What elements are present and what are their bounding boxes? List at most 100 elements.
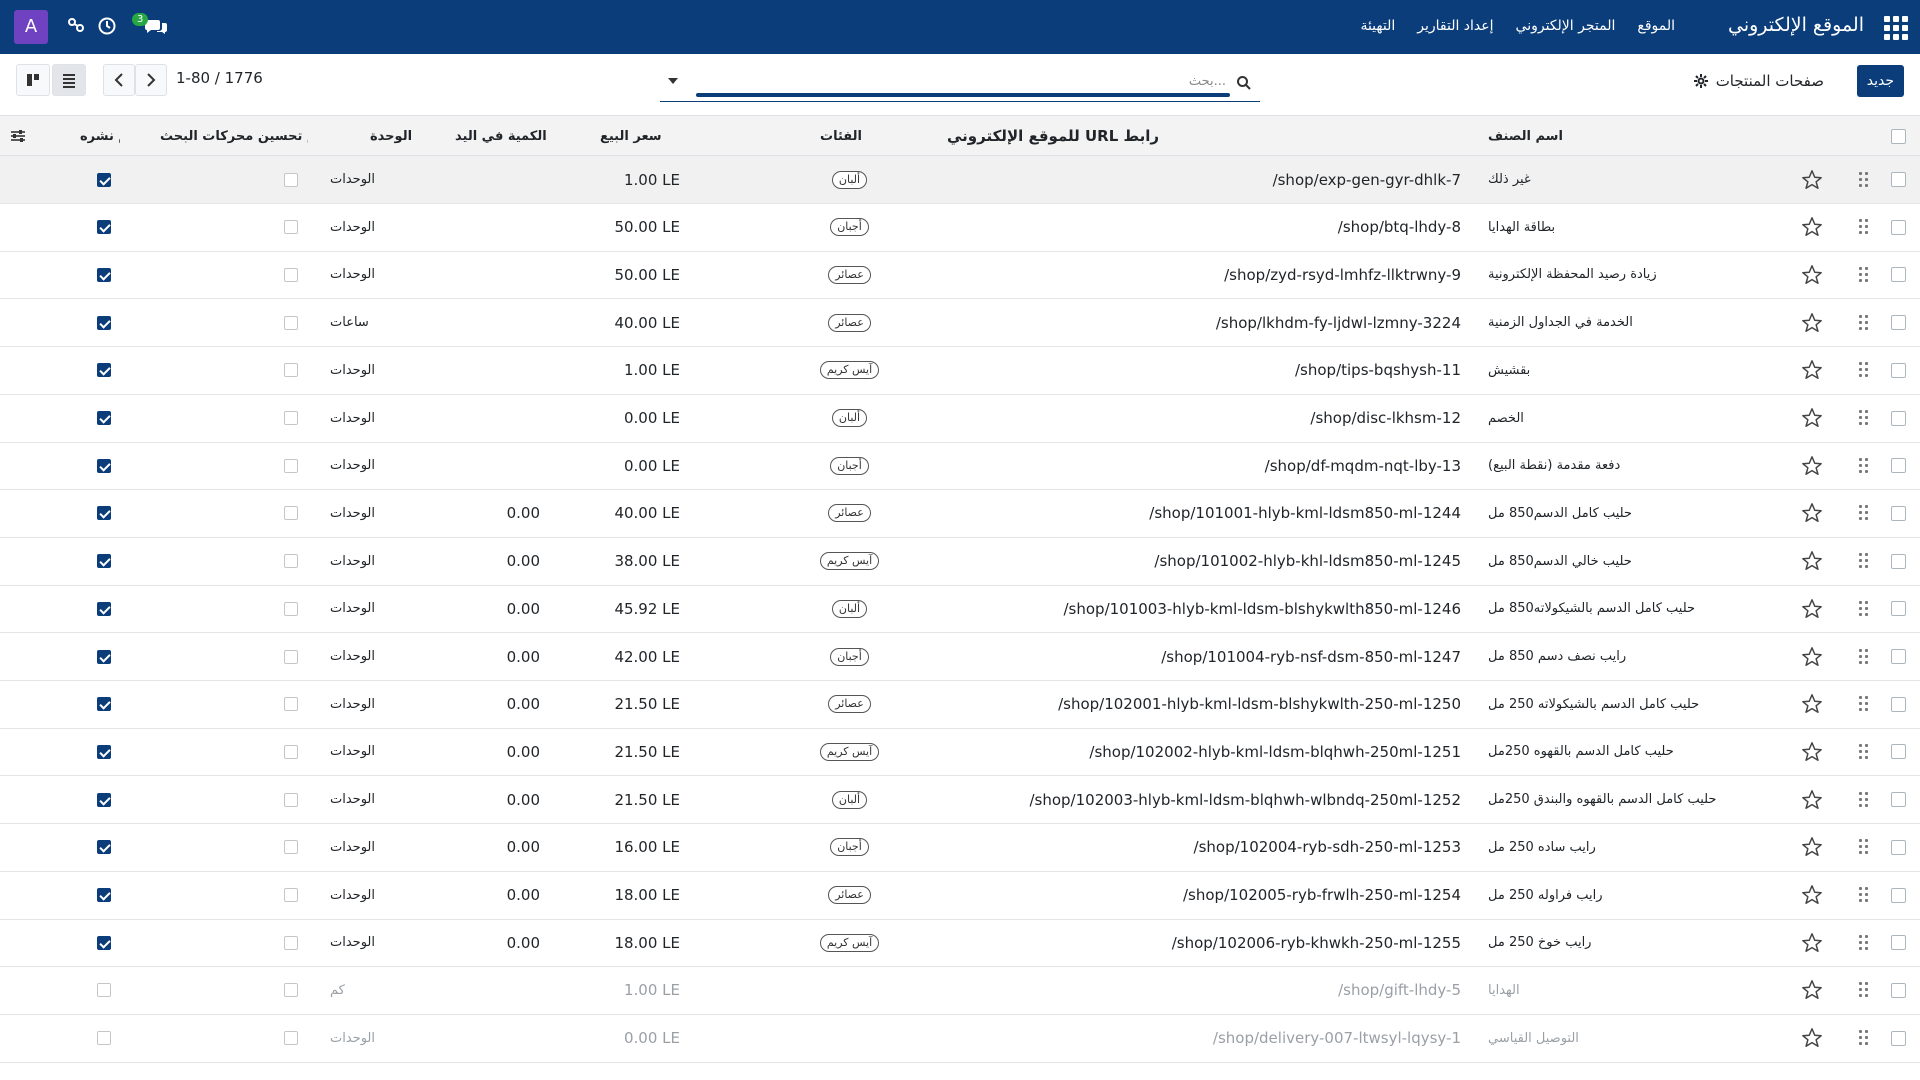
menu-item-reporting[interactable]: إعداد التقارير xyxy=(1406,18,1504,34)
menu-item-configuration[interactable]: التهيئة xyxy=(1349,18,1406,34)
drag-handle-icon[interactable] xyxy=(1854,538,1874,585)
table-row[interactable]: حليب كامل الدسم بالشيكولاته850 مل /shop/… xyxy=(0,585,1920,634)
row-select-checkbox[interactable] xyxy=(1890,490,1906,537)
pager-next-button[interactable] xyxy=(135,64,167,96)
favorite-star-icon[interactable] xyxy=(1800,251,1824,298)
row-select-checkbox[interactable] xyxy=(1890,967,1906,1014)
drag-handle-icon[interactable] xyxy=(1854,347,1874,394)
list-view-button[interactable] xyxy=(52,64,86,96)
row-select-checkbox[interactable] xyxy=(1890,204,1906,251)
favorite-star-icon[interactable] xyxy=(1800,395,1824,442)
favorite-star-icon[interactable] xyxy=(1800,967,1824,1014)
drag-handle-icon[interactable] xyxy=(1854,299,1874,346)
table-row[interactable]: حليب كامل الدسم بالشيكولاته 250 مل /shop… xyxy=(0,681,1920,729)
clock-icon[interactable] xyxy=(97,16,117,36)
table-row[interactable]: غير ذلك /shop/exp-gen-gyr-dhlk-7 ألبان 1… xyxy=(0,156,1920,204)
table-row[interactable]: رايب ساده 250 مل /shop/102004-ryb-sdh-25… xyxy=(0,824,1920,872)
table-row[interactable]: الهدايا /shop/gift-lhdy-5 1.00 LE كم xyxy=(0,967,1920,1015)
row-select-checkbox[interactable] xyxy=(1890,585,1906,632)
is-published-checkbox[interactable] xyxy=(96,251,112,298)
is-published-checkbox[interactable] xyxy=(96,538,112,585)
table-row[interactable]: حليب كامل الدسم بالقهوه والبندق 250مل /s… xyxy=(0,776,1920,825)
is-published-checkbox[interactable] xyxy=(96,585,112,632)
table-row[interactable]: رايب نصف دسم 850 مل /shop/101004-ryb-nsf… xyxy=(0,633,1920,681)
column-header-url[interactable]: رابط URL للموقع الإلكتروني xyxy=(947,116,1467,156)
row-select-checkbox[interactable] xyxy=(1890,251,1906,298)
is-published-checkbox[interactable] xyxy=(96,347,112,394)
new-button[interactable]: جديد xyxy=(1856,65,1904,97)
table-row[interactable]: الخدمة في الجداول الزمنية /shop/lkhdm-fy… xyxy=(0,299,1920,348)
favorite-star-icon[interactable] xyxy=(1800,538,1824,585)
kanban-view-button[interactable] xyxy=(16,64,50,96)
table-row[interactable]: بقشيش /shop/tips-bqshysh-11 آيس كريم 1.0… xyxy=(0,347,1920,395)
row-select-checkbox[interactable] xyxy=(1890,299,1906,346)
settings-share-icon[interactable] xyxy=(66,16,86,36)
table-row[interactable]: التوصيل القياسي /shop/delivery-007-ltwsy… xyxy=(0,1015,1920,1063)
favorite-star-icon[interactable] xyxy=(1800,442,1824,489)
favorite-star-icon[interactable] xyxy=(1800,872,1824,919)
row-select-checkbox[interactable] xyxy=(1890,776,1906,823)
pager-previous-button[interactable] xyxy=(103,64,135,96)
table-row[interactable]: رايب فراوله 250 مل /shop/102005-ryb-frwl… xyxy=(0,872,1920,920)
row-select-checkbox[interactable] xyxy=(1890,395,1906,442)
table-row[interactable]: دفعة مقدمة (نقطة البيع) /shop/df-mqdm-nq… xyxy=(0,442,1920,491)
pager-value[interactable]: 1-80 / 1776 xyxy=(176,69,263,87)
column-header-price[interactable]: سعر البيع xyxy=(600,116,682,156)
favorite-star-icon[interactable] xyxy=(1800,919,1824,966)
search-input[interactable]: بحث... xyxy=(660,66,1260,102)
column-header-unit[interactable]: الوحدة xyxy=(370,116,428,156)
drag-handle-icon[interactable] xyxy=(1854,442,1874,489)
favorite-star-icon[interactable] xyxy=(1800,728,1824,775)
table-row[interactable]: حليب كامل الدسم بالقهوه 250مل /shop/1020… xyxy=(0,728,1920,777)
is-published-checkbox[interactable] xyxy=(96,633,112,680)
is-published-checkbox[interactable] xyxy=(96,728,112,775)
is-published-checkbox[interactable] xyxy=(96,872,112,919)
row-select-checkbox[interactable] xyxy=(1890,442,1906,489)
table-row[interactable]: رايب خوخ 250 مل /shop/102006-ryb-khwkh-2… xyxy=(0,919,1920,968)
is-published-checkbox[interactable] xyxy=(96,824,112,871)
is-published-checkbox[interactable] xyxy=(96,776,112,823)
search-options-toggle[interactable] xyxy=(668,78,678,84)
drag-handle-icon[interactable] xyxy=(1854,919,1874,966)
favorite-star-icon[interactable] xyxy=(1800,299,1824,346)
is-published-checkbox[interactable] xyxy=(96,490,112,537)
column-header-categories[interactable]: الفئات xyxy=(820,116,880,156)
drag-handle-icon[interactable] xyxy=(1854,585,1874,632)
drag-handle-icon[interactable] xyxy=(1854,1015,1874,1062)
search-icon[interactable] xyxy=(1236,75,1252,91)
row-select-checkbox[interactable] xyxy=(1890,681,1906,728)
table-row[interactable]: زيادة رصيد المحفظة الإلكترونية /shop/zyd… xyxy=(0,251,1920,300)
column-header-qty[interactable]: الكمية في اليد xyxy=(455,116,549,156)
favorite-star-icon[interactable] xyxy=(1800,824,1824,871)
drag-handle-icon[interactable] xyxy=(1854,156,1874,203)
column-header-name[interactable]: اسم الصنف xyxy=(1488,116,1778,156)
drag-handle-icon[interactable] xyxy=(1854,967,1874,1014)
row-select-checkbox[interactable] xyxy=(1890,538,1906,585)
drag-handle-icon[interactable] xyxy=(1854,776,1874,823)
drag-handle-icon[interactable] xyxy=(1854,633,1874,680)
is-published-checkbox[interactable] xyxy=(96,967,112,1014)
drag-handle-icon[interactable] xyxy=(1854,824,1874,871)
row-select-checkbox[interactable] xyxy=(1890,1015,1906,1062)
column-header-seo[interactable]: تم تحسين محركات البحث xyxy=(160,116,308,156)
drag-handle-icon[interactable] xyxy=(1854,204,1874,251)
row-select-checkbox[interactable] xyxy=(1890,824,1906,871)
is-published-checkbox[interactable] xyxy=(96,395,112,442)
drag-handle-icon[interactable] xyxy=(1854,728,1874,775)
column-header-published[interactable]: تم نشره xyxy=(80,116,120,156)
favorite-star-icon[interactable] xyxy=(1800,776,1824,823)
row-select-checkbox[interactable] xyxy=(1890,347,1906,394)
drag-handle-icon[interactable] xyxy=(1854,251,1874,298)
row-select-checkbox[interactable] xyxy=(1890,919,1906,966)
is-published-checkbox[interactable] xyxy=(96,919,112,966)
app-switcher-icon[interactable] xyxy=(1882,14,1908,40)
table-row[interactable]: الخصم /shop/disc-lkhsm-12 ألبان 0.00 LE … xyxy=(0,395,1920,443)
is-published-checkbox[interactable] xyxy=(96,1015,112,1062)
favorite-star-icon[interactable] xyxy=(1800,204,1824,251)
select-all-checkbox[interactable] xyxy=(1890,116,1906,156)
favorite-star-icon[interactable] xyxy=(1800,347,1824,394)
row-select-checkbox[interactable] xyxy=(1890,728,1906,775)
optional-columns-toggle[interactable] xyxy=(10,116,30,156)
favorite-star-icon[interactable] xyxy=(1800,633,1824,680)
favorite-star-icon[interactable] xyxy=(1800,585,1824,632)
